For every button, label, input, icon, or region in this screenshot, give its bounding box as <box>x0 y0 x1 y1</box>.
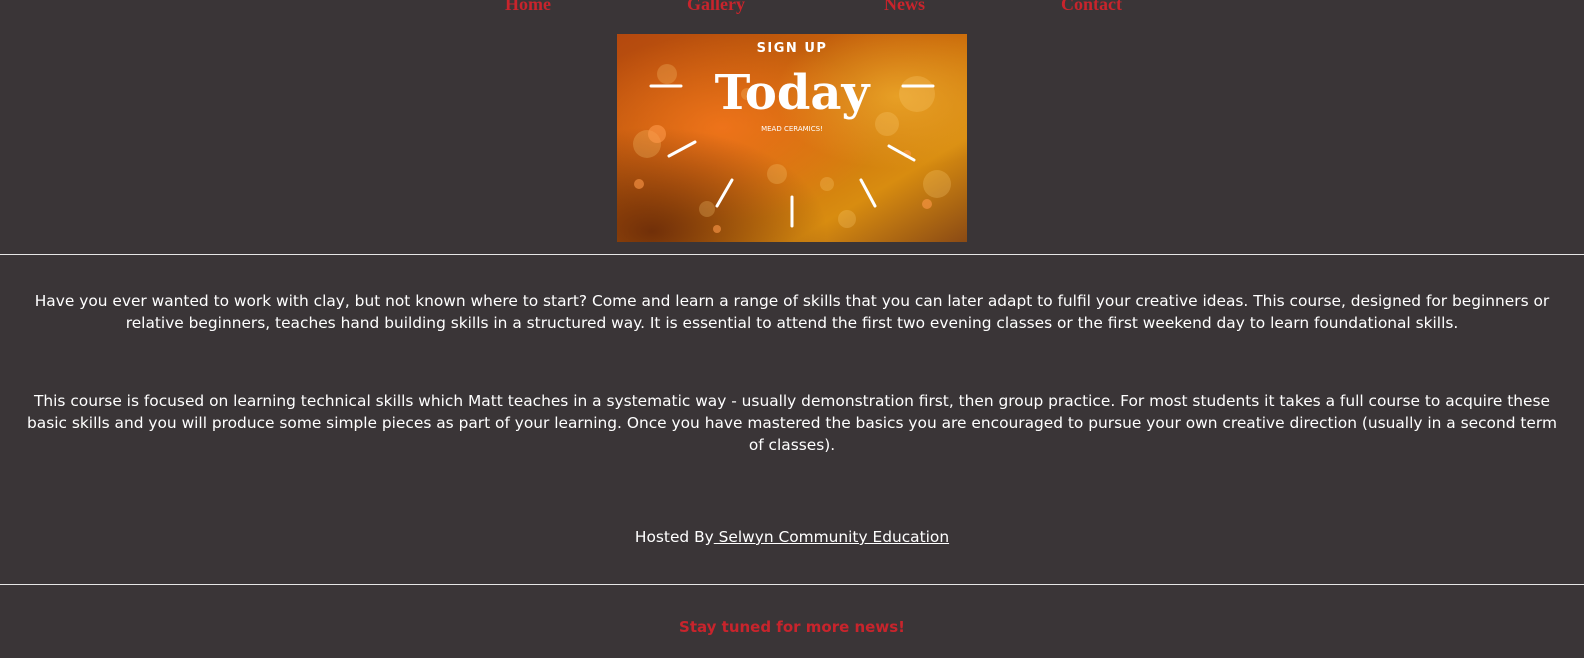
main-nav: Home Gallery News Contact <box>0 0 1584 18</box>
banner-top-text: SIGN UP <box>757 41 828 56</box>
nav-news-link[interactable]: News <box>884 0 925 15</box>
stay-tuned-note: Stay tuned for more news! <box>679 618 905 636</box>
nav-gallery-link[interactable]: Gallery <box>687 0 745 15</box>
banner-subtext: MEAD CERAMICS! <box>761 125 823 133</box>
banner-headline: Today <box>715 65 872 121</box>
course-intro-paragraph: Have you ever wanted to work with clay, … <box>34 292 1550 332</box>
nav-contact-link[interactable]: Contact <box>1061 0 1122 15</box>
nav-home-link[interactable]: Home <box>505 0 551 15</box>
bottom-divider <box>0 584 1584 585</box>
hosted-by-line: Hosted By Selwyn Community Education <box>0 526 1584 548</box>
course-details-paragraph: This course is focused on learning techn… <box>27 392 1557 454</box>
signup-banner-image: SIGN UP Today MEAD CERAMICS! <box>617 34 967 242</box>
selwyn-community-education-link[interactable]: Selwyn Community Education <box>714 528 949 546</box>
top-divider <box>0 254 1584 255</box>
hosted-by-label: Hosted By <box>634 528 714 546</box>
